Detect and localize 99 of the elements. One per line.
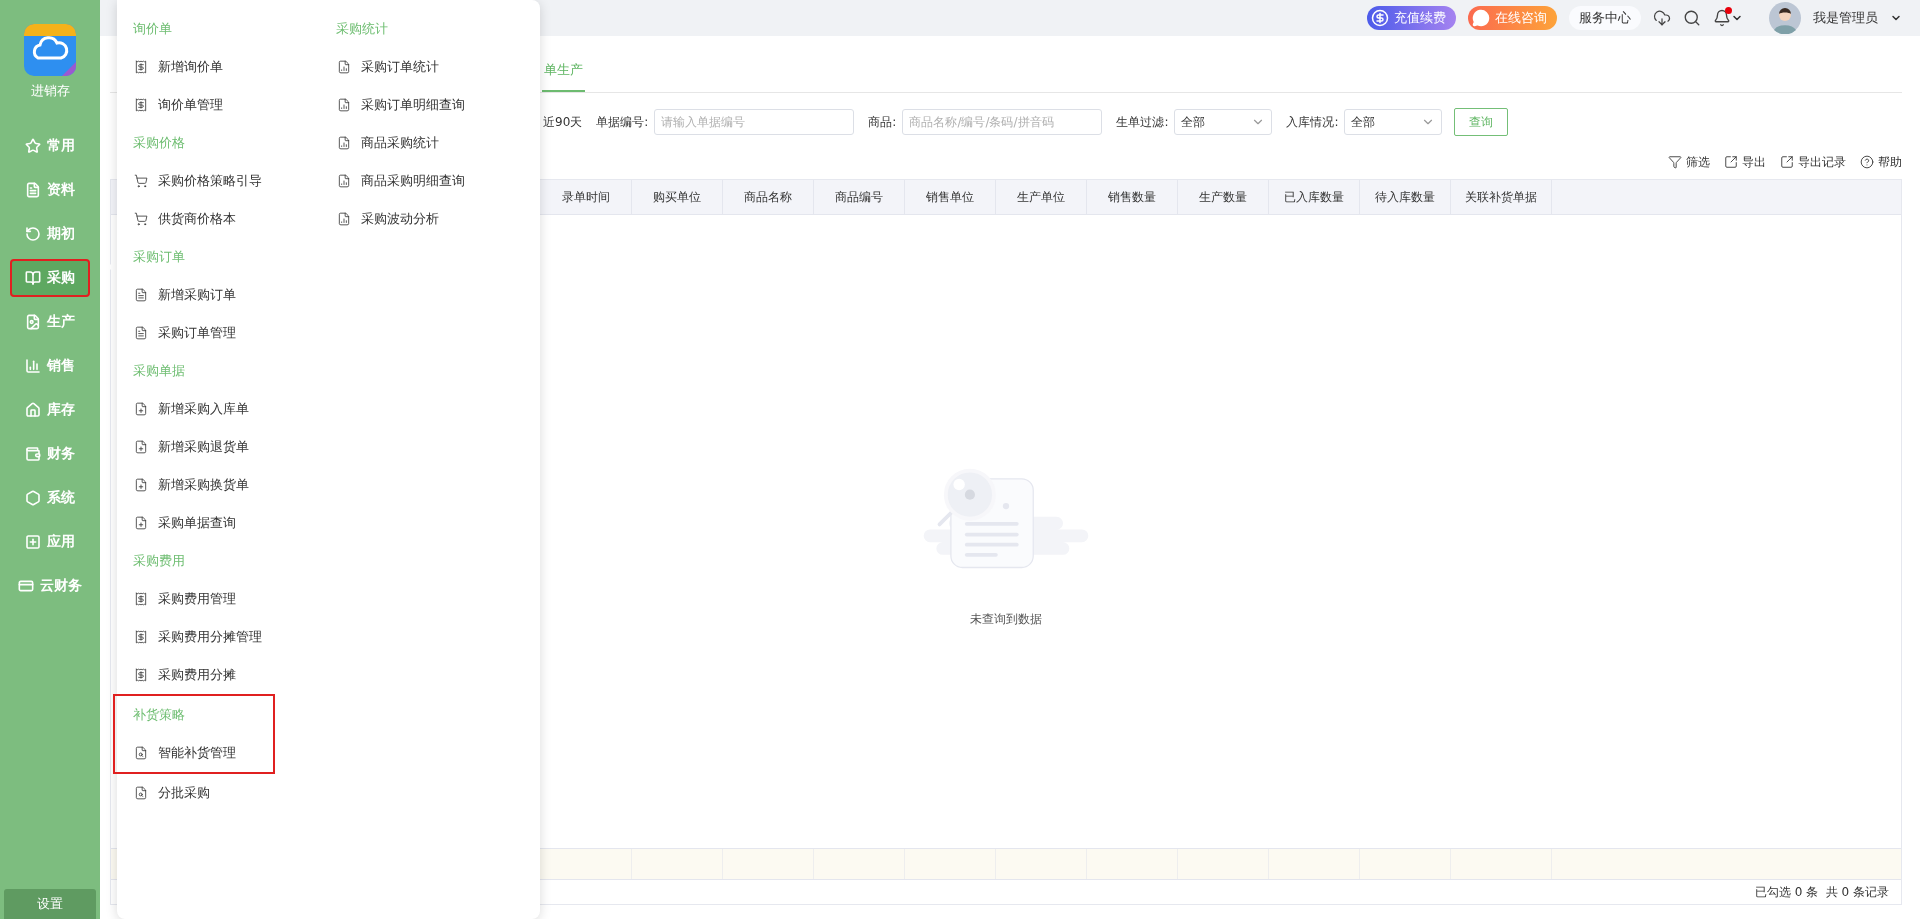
star-icon: [25, 138, 41, 154]
column-header: 销售单位: [905, 180, 996, 214]
empty-message: 未查询到数据: [970, 611, 1042, 628]
toolbar-button[interactable]: 导出记录: [1780, 153, 1846, 171]
receipt-icon: [134, 630, 148, 644]
menu-item[interactable]: 采购单据查询: [133, 504, 336, 542]
chat-icon: [1472, 9, 1490, 27]
cart-icon: [134, 174, 148, 188]
menu-item[interactable]: 供货商价格本: [133, 200, 336, 238]
cart-icon: [134, 212, 148, 226]
field-label: 商品:: [868, 113, 897, 131]
app-logo: [24, 24, 76, 76]
record-count: 已勾选 0 条 共 0 条记录: [1753, 883, 1890, 901]
menu-item[interactable]: 采购费用分摊管理: [133, 618, 336, 656]
menu-section-title: 采购统计: [336, 20, 389, 38]
app-name: 进销存: [30, 82, 70, 100]
document-icon: [134, 326, 148, 340]
menu-item[interactable]: 新增采购换货单: [133, 466, 336, 504]
document-icon: [134, 288, 148, 302]
field-label: 单据编号:: [596, 113, 649, 131]
column-header: 商品编号: [814, 180, 905, 214]
document-plus-icon: [134, 440, 148, 454]
search-icon[interactable]: [1683, 9, 1701, 27]
document-icon: [25, 182, 41, 198]
menu-item[interactable]: 新增采购入库单: [133, 390, 336, 428]
wallet-icon: [25, 446, 41, 462]
menu-item[interactable]: 采购订单管理: [133, 314, 336, 352]
receipt-icon: [134, 592, 148, 606]
receipt-icon: [134, 668, 148, 682]
user-name[interactable]: 我是管理员: [1813, 9, 1878, 27]
menu-item[interactable]: 采购订单明细查询: [336, 86, 536, 124]
header-button[interactable]: 服务中心: [1569, 6, 1641, 30]
menu-item[interactable]: 商品采购统计: [336, 124, 536, 162]
menu-section-title: 补货策略: [133, 706, 186, 724]
filter-icon: [1668, 155, 1682, 169]
menu-item[interactable]: 采购价格策略引导: [133, 162, 336, 200]
column-header: 已入库数量: [1269, 180, 1360, 214]
menu-item[interactable]: 智能补货管理: [133, 734, 273, 772]
input-field[interactable]: 请输入单据编号: [654, 109, 855, 135]
menu-item[interactable]: 新增采购订单: [133, 276, 336, 314]
coin-icon: [1371, 9, 1389, 27]
house-icon: [25, 402, 41, 418]
column-header: 生产数量: [1178, 180, 1269, 214]
chart-document-icon: [337, 212, 351, 226]
menu-item[interactable]: 新增采购退货单: [133, 428, 336, 466]
menu-item[interactable]: 新增询价单: [133, 48, 336, 86]
toolbar-button[interactable]: 筛选: [1668, 153, 1710, 171]
document-plus-icon: [134, 478, 148, 492]
menu-item[interactable]: 询价单管理: [133, 86, 336, 124]
document-icon: [25, 314, 41, 330]
menu-item[interactable]: 采购费用管理: [133, 580, 336, 618]
document-plus-icon: [134, 516, 148, 530]
column-header: 购买单位: [632, 180, 723, 214]
menu-section-title: 询价单: [133, 20, 173, 38]
circle-arrow-icon: [25, 226, 41, 242]
document-search-icon: [134, 786, 148, 800]
download-icon[interactable]: [1653, 9, 1671, 27]
card-icon: [18, 578, 34, 594]
input-field[interactable]: 商品名称/编号/条码/拼音码: [902, 109, 1103, 135]
column-header: 商品名称: [723, 180, 814, 214]
column-header: 关联补货单据: [1451, 180, 1552, 214]
bell-icon[interactable]: [1713, 9, 1731, 27]
bar-chart-icon: [25, 358, 41, 374]
menu-item[interactable]: 采购波动分析: [336, 200, 536, 238]
date-range-label: 近90天: [543, 113, 583, 131]
field-label: 生单过滤:: [1116, 113, 1169, 131]
help-icon: [1860, 155, 1874, 169]
export-icon: [1724, 155, 1738, 169]
toolbar-button[interactable]: 导出: [1724, 153, 1766, 171]
receipt-icon: [134, 98, 148, 112]
avatar[interactable]: [1769, 2, 1801, 34]
hexagon-icon: [25, 490, 41, 506]
document-plus-icon: [134, 402, 148, 416]
toolbar-button[interactable]: 帮助: [1860, 153, 1902, 171]
receipt-icon: [134, 60, 148, 74]
menu-section-title: 采购价格: [133, 134, 186, 152]
select-field[interactable]: 全部: [1344, 109, 1443, 135]
select-field[interactable]: 全部: [1174, 109, 1273, 135]
column-header: 生产单位: [996, 180, 1087, 214]
menu-section-title: 采购单据: [133, 362, 186, 380]
column-header: 录单时间: [541, 180, 632, 214]
menu-section-title: 采购费用: [133, 552, 186, 570]
header-button[interactable]: 充值续费: [1367, 6, 1456, 30]
menu-item[interactable]: 采购订单统计: [336, 48, 536, 86]
export-icon: [1780, 155, 1794, 169]
menu-item[interactable]: 分批采购: [133, 774, 336, 812]
menu-item[interactable]: 采购费用分摊: [133, 656, 336, 694]
chart-document-icon: [337, 174, 351, 188]
menu-item[interactable]: 商品采购明细查询: [336, 162, 536, 200]
chart-document-icon: [337, 98, 351, 112]
column-header: 待入库数量: [1360, 180, 1451, 214]
book-icon: [25, 270, 41, 286]
document-search-icon: [134, 746, 148, 760]
plus-square-icon: [25, 534, 41, 550]
chart-document-icon: [337, 60, 351, 74]
menu-section-title: 采购订单: [133, 248, 186, 266]
field-label: 入库情况:: [1286, 113, 1339, 131]
chart-document-icon: [337, 136, 351, 150]
column-header: 销售数量: [1087, 180, 1178, 214]
